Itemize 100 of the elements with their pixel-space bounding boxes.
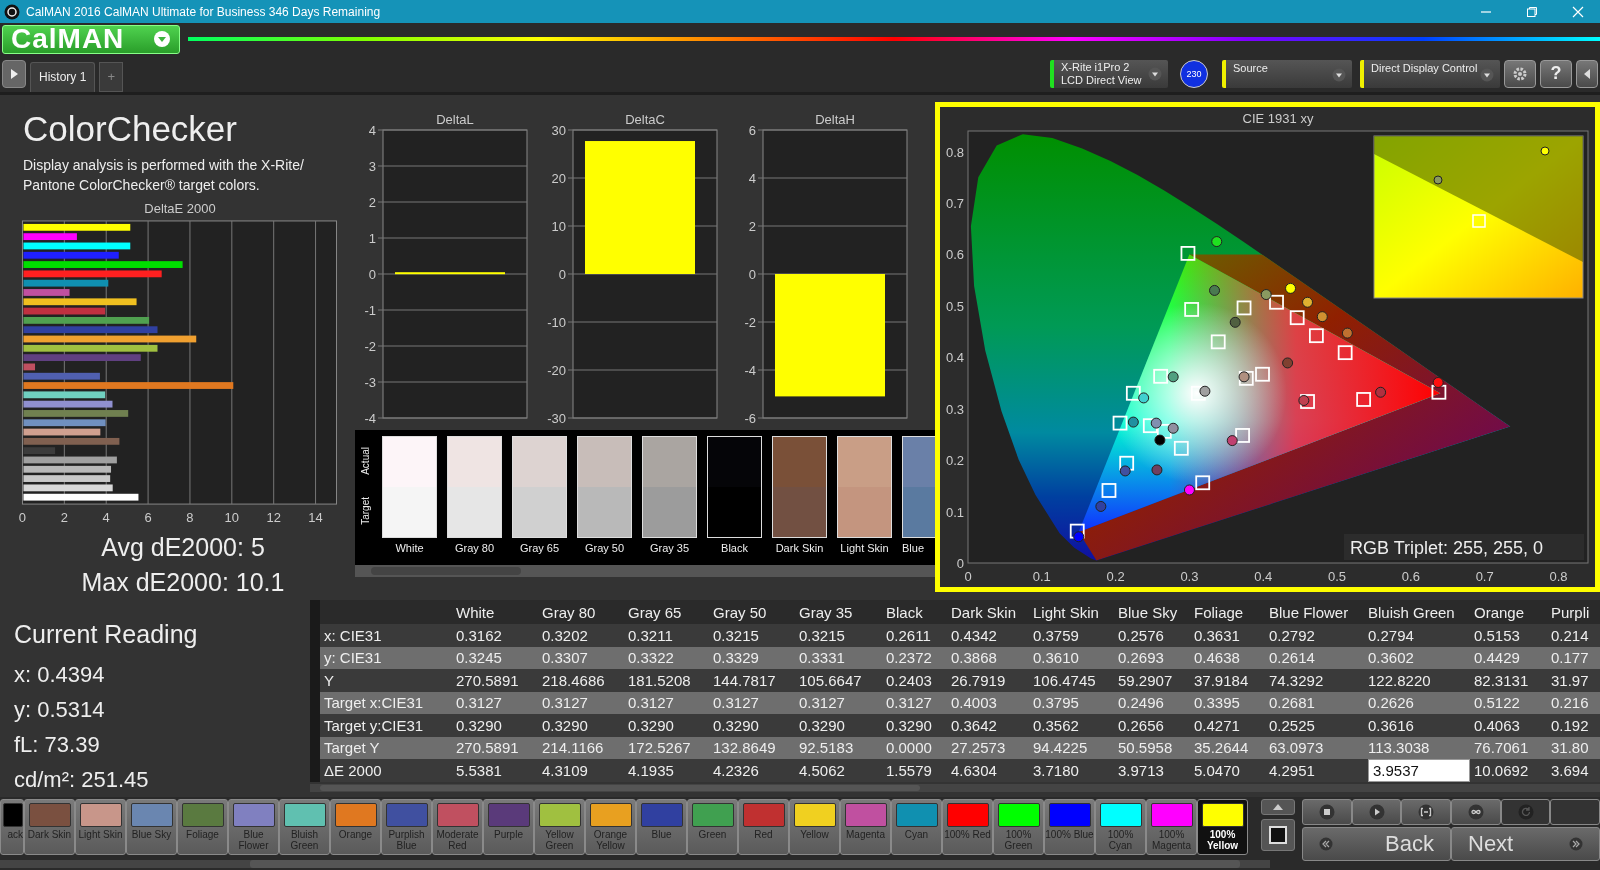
color-swatch-button[interactable]: 100% Yellow: [1197, 799, 1248, 855]
app-menu-button[interactable]: CalMAN: [2, 24, 180, 54]
table-cell[interactable]: 0.4271: [1194, 714, 1269, 737]
color-swatch-button[interactable]: Moderate Red: [432, 799, 483, 855]
table-cell[interactable]: 0.2372: [886, 646, 951, 669]
stop-button[interactable]: [1261, 819, 1295, 851]
table-cell[interactable]: 92.5183: [799, 736, 886, 759]
stop-button[interactable]: [1302, 799, 1352, 825]
color-swatch-button[interactable]: Purplish Blue: [381, 799, 432, 855]
table-cell[interactable]: 50.5958: [1118, 736, 1194, 759]
table-cell[interactable]: 172.5267: [628, 736, 713, 759]
table-cell[interactable]: 0.4063: [1474, 714, 1551, 737]
table-cell[interactable]: 0.3290: [456, 714, 542, 737]
table-cell[interactable]: 0.3307: [542, 646, 628, 669]
table-cell[interactable]: 0.4638: [1194, 646, 1269, 669]
blank-button[interactable]: [1550, 799, 1600, 825]
table-cell[interactable]: 105.6647: [799, 669, 886, 692]
table-cell[interactable]: 0.3602: [1368, 646, 1474, 669]
table-cell[interactable]: 76.7061: [1474, 736, 1551, 759]
color-swatch-button[interactable]: 100% Red: [942, 799, 993, 855]
table-cell[interactable]: 0.2496: [1118, 691, 1194, 714]
scrollbar[interactable]: [355, 565, 935, 577]
table-cell[interactable]: 0.4429: [1474, 646, 1551, 669]
table-cell[interactable]: 144.7817: [713, 669, 799, 692]
table-cell[interactable]: 0.3127: [886, 691, 951, 714]
close-icon[interactable]: [1572, 5, 1584, 18]
table-cell[interactable]: 94.4225: [1033, 736, 1118, 759]
table-cell[interactable]: 63.0973: [1269, 736, 1368, 759]
table-cell[interactable]: 0.3245: [456, 646, 542, 669]
table-cell[interactable]: 0.3127: [456, 691, 542, 714]
scrollbar[interactable]: [310, 783, 1600, 792]
color-swatch-button[interactable]: Light Skin: [75, 799, 126, 855]
help-button[interactable]: ?: [1540, 59, 1572, 88]
table-cell[interactable]: 3.694: [1551, 759, 1600, 782]
scrollbar[interactable]: [0, 860, 1270, 868]
table-cell[interactable]: 82.3131: [1474, 669, 1551, 692]
table-cell[interactable]: 0.2525: [1269, 714, 1368, 737]
table-cell[interactable]: 0.3616: [1368, 714, 1474, 737]
table-cell[interactable]: 5.0470: [1194, 759, 1269, 782]
table-cell[interactable]: 0.3127: [799, 691, 886, 714]
table-cell[interactable]: 181.5208: [628, 669, 713, 692]
table-cell[interactable]: 0.3290: [628, 714, 713, 737]
table-cell[interactable]: 37.9184: [1194, 669, 1269, 692]
table-cell[interactable]: 0.3795: [1033, 691, 1118, 714]
table-cell[interactable]: 10.0692: [1474, 759, 1551, 782]
table-cell[interactable]: 0.2626: [1368, 691, 1474, 714]
table-cell[interactable]: 0.2576: [1118, 624, 1194, 647]
next-button[interactable]: Next: [1451, 827, 1600, 861]
color-swatch-button[interactable]: Orange: [330, 799, 381, 855]
color-swatch-button[interactable]: Bluish Green: [279, 799, 330, 855]
add-tab-button[interactable]: +: [99, 61, 124, 92]
color-swatch-button[interactable]: Blue Flower: [228, 799, 279, 855]
cie-panel[interactable]: CIE 1931 xy 0 0.1 0.2 0.3 0.4 0.5 0.6 0.7 0.8 0 0.1 0.2 0.3 0.4 0.5 0.6 0.7 0.8 RGB Triplet: 255, 255, 0: [935, 102, 1600, 592]
color-swatch-button[interactable]: Foliage: [177, 799, 228, 855]
measure-button[interactable]: [1401, 799, 1451, 825]
table-cell[interactable]: 0.3215: [799, 624, 886, 647]
color-swatch-button[interactable]: Blue Sky: [126, 799, 177, 855]
color-swatch-button[interactable]: 100% Blue: [1044, 799, 1095, 855]
color-swatch-button[interactable]: Purple: [483, 799, 534, 855]
table-cell[interactable]: 0.3202: [542, 624, 628, 647]
table-cell[interactable]: 0.3215: [713, 624, 799, 647]
source-dropdown[interactable]: Source: [1222, 59, 1352, 88]
table-cell[interactable]: 0.3290: [542, 714, 628, 737]
play-button[interactable]: [2, 59, 26, 88]
table-cell[interactable]: 1.5579: [886, 759, 951, 782]
table-cell[interactable]: 122.8220: [1368, 669, 1474, 692]
display-control-dropdown[interactable]: Direct Display Control: [1360, 59, 1500, 88]
table-cell[interactable]: 26.7919: [951, 669, 1033, 692]
table-cell[interactable]: 0.3290: [713, 714, 799, 737]
table-cell[interactable]: 3.7180: [1033, 759, 1118, 782]
table-cell[interactable]: 3.9537: [1368, 759, 1470, 782]
scroll-up-button[interactable]: [1261, 799, 1295, 815]
table-cell[interactable]: 31.80: [1551, 736, 1600, 759]
table-cell[interactable]: 4.5062: [799, 759, 886, 782]
color-swatch-button[interactable]: Cyan: [891, 799, 942, 855]
color-swatch-button[interactable]: 100% Cyan: [1095, 799, 1146, 855]
table-cell[interactable]: 218.4686: [542, 669, 628, 692]
table-cell[interactable]: 132.8649: [713, 736, 799, 759]
table-cell[interactable]: 0.3759: [1033, 624, 1118, 647]
table-cell[interactable]: 113.3038: [1368, 736, 1474, 759]
table-cell[interactable]: 4.3109: [542, 759, 628, 782]
table-cell[interactable]: 0.2794: [1368, 624, 1474, 647]
color-swatch-button[interactable]: 100% Magenta: [1146, 799, 1197, 855]
meter-dropdown[interactable]: X-Rite i1Pro 2 LCD Direct View: [1050, 59, 1168, 88]
table-cell[interactable]: 270.5891: [456, 669, 542, 692]
color-swatch-button[interactable]: Yellow Green: [534, 799, 585, 855]
table-cell[interactable]: 4.2951: [1269, 759, 1368, 782]
table-cell[interactable]: 74.3292: [1269, 669, 1368, 692]
table-cell[interactable]: 0.2403: [886, 669, 951, 692]
table-cell[interactable]: 0.216: [1551, 691, 1600, 714]
table-cell[interactable]: 0.5122: [1474, 691, 1551, 714]
table-cell[interactable]: 0.3322: [628, 646, 713, 669]
table-cell[interactable]: 0.3211: [628, 624, 713, 647]
table-cell[interactable]: 0.3329: [713, 646, 799, 669]
table-cell[interactable]: 0.2681: [1269, 691, 1368, 714]
table-cell[interactable]: 0.4003: [951, 691, 1033, 714]
table-cell[interactable]: 0.3395: [1194, 691, 1269, 714]
table-cell[interactable]: 59.2907: [1118, 669, 1194, 692]
color-swatch-button[interactable]: Orange Yellow: [585, 799, 636, 855]
table-cell[interactable]: 0.177: [1551, 646, 1600, 669]
